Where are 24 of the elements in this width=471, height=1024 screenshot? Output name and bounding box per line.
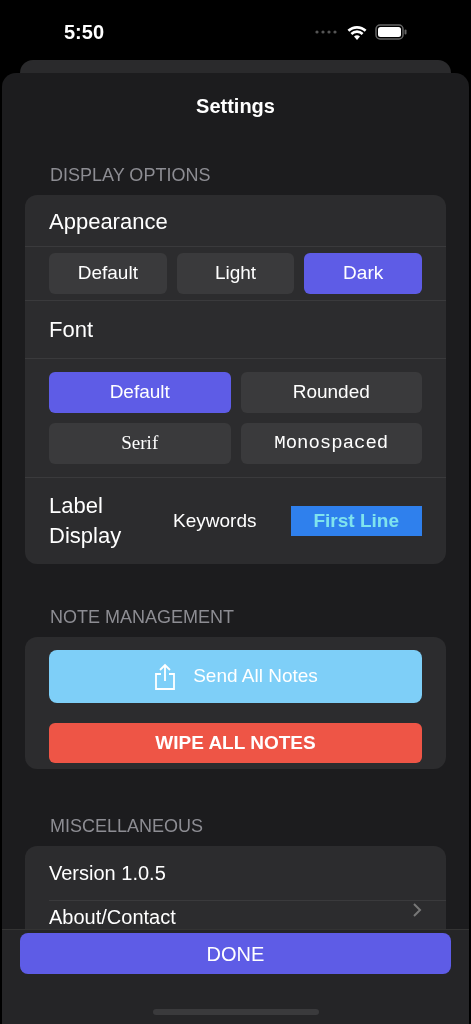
sheet-title: Settings bbox=[195, 94, 276, 119]
appearance-option[interactable]: Dark bbox=[304, 253, 422, 294]
section-header: MISCELLANEOUS bbox=[49, 815, 205, 838]
status-time: 5:50 bbox=[64, 20, 105, 45]
share-icon bbox=[153, 662, 178, 691]
chevron-right-icon bbox=[412, 902, 422, 918]
section-header: DISPLAY OPTIONS bbox=[49, 164, 212, 187]
appearance-option[interactable]: Light bbox=[176, 253, 295, 294]
appearance-option[interactable]: Default bbox=[49, 253, 167, 294]
done-button[interactable]: DONE bbox=[20, 933, 451, 974]
appearance-label: Appearance bbox=[49, 209, 168, 234]
about-contact-link[interactable]: About/Contact bbox=[49, 902, 176, 929]
battery-icon bbox=[375, 24, 407, 40]
font-label: Font bbox=[49, 317, 94, 342]
font-option[interactable]: Monospaced bbox=[240, 423, 422, 464]
label-display-label: Label Display bbox=[49, 492, 123, 550]
font-option[interactable]: Default bbox=[49, 372, 231, 413]
font-option[interactable]: Rounded bbox=[240, 372, 422, 413]
font-option[interactable]: Serif bbox=[49, 423, 231, 464]
label-display-option[interactable]: Keywords bbox=[149, 506, 281, 536]
version-text: Version 1.0.5 bbox=[49, 861, 166, 886]
section-header: NOTE MANAGEMENT bbox=[49, 606, 235, 629]
cellular-signal-icon bbox=[315, 30, 339, 34]
wifi-icon bbox=[347, 24, 367, 40]
